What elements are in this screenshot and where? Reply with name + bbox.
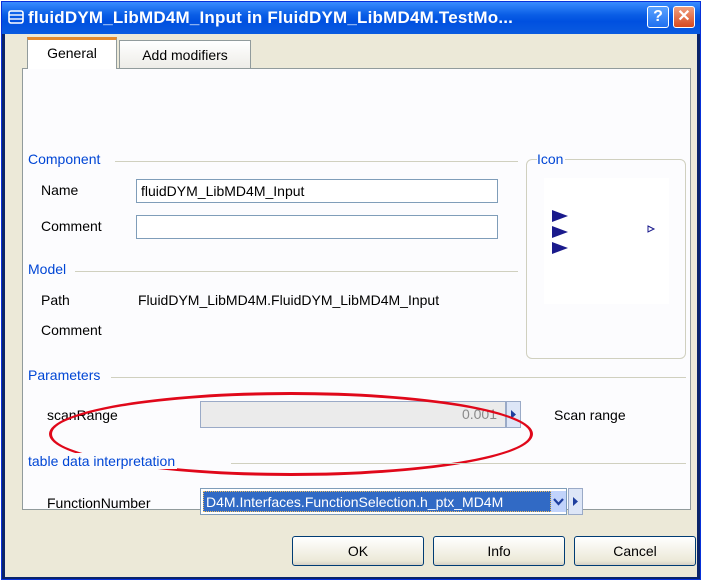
function-dropdown-button[interactable] — [551, 491, 566, 512]
close-button[interactable]: ✕ — [673, 6, 695, 28]
function-number-value: D4M.Interfaces.FunctionSelection.h_ptx_M… — [203, 491, 551, 512]
help-button[interactable]: ? — [647, 6, 669, 28]
general-tab-panel: Component Name fluidDYM_LibMD4M_Input Co… — [22, 68, 691, 515]
model-comment-label: Comment — [41, 322, 102, 338]
window-title: fluidDYM_LibMD4M_Input in FluidDYM_LibMD… — [28, 8, 514, 27]
scan-range-description: Scan range — [554, 407, 626, 423]
parameters-group-label: Parameters — [28, 367, 103, 383]
name-field[interactable]: fluidDYM_LibMD4M_Input — [136, 179, 498, 203]
arrow-right-icon — [573, 497, 578, 506]
function-number-select[interactable]: D4M.Interfaces.FunctionSelection.h_ptx_M… — [200, 488, 567, 515]
component-group-line — [115, 161, 518, 162]
function-number-label: FunctionNumber — [47, 495, 151, 511]
icon-group-frame — [526, 159, 686, 359]
info-button[interactable]: Info — [433, 536, 565, 566]
model-group-line — [75, 271, 518, 272]
name-label: Name — [41, 182, 79, 198]
chevron-down-icon — [553, 498, 564, 506]
component-group-label: Component — [28, 151, 103, 167]
tab-add-modifiers[interactable]: Add modifiers — [119, 40, 251, 70]
comment-field[interactable] — [136, 215, 498, 239]
title-bar[interactable]: fluidDYM_LibMD4M_Input in FluidDYM_LibMD… — [2, 2, 700, 34]
parameters-group-line — [111, 377, 686, 378]
component-icon-preview — [544, 178, 669, 304]
table-data-group-label: table data interpretation — [28, 453, 178, 469]
path-value: FluidDYM_LibMD4M.FluidDYM_LibMD4M_Input — [138, 292, 440, 308]
dialog-icon — [8, 10, 24, 24]
ok-button[interactable]: OK — [292, 536, 424, 566]
comment-label: Comment — [41, 218, 102, 234]
tab-general[interactable]: General — [27, 37, 117, 69]
cancel-button[interactable]: Cancel — [574, 536, 696, 566]
table-data-group-line — [231, 463, 686, 464]
path-label: Path — [41, 292, 70, 308]
function-number-menu-button[interactable] — [568, 488, 583, 515]
dialog-window: fluidDYM_LibMD4M_Input in FluidDYM_LibMD… — [1, 1, 701, 580]
model-group-label: Model — [28, 261, 69, 277]
dialog-client: General Add modifiers Component Name flu… — [5, 34, 697, 577]
connector-arrows-icon — [552, 210, 656, 254]
icon-group-label: Icon — [537, 151, 566, 167]
